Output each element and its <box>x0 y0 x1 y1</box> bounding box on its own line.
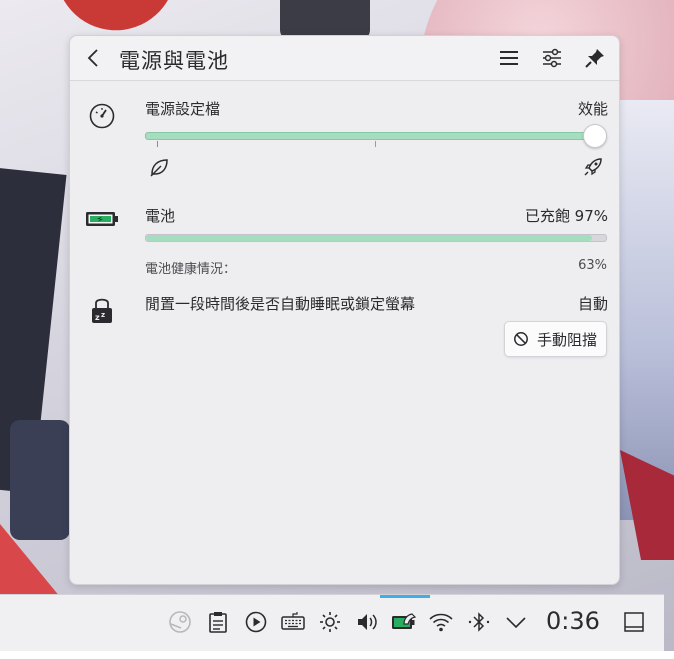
svg-text:z: z <box>101 311 105 319</box>
wallpaper-shape <box>56 0 184 39</box>
keyboard-icon[interactable] <box>280 609 306 635</box>
wallpaper-shape <box>10 420 70 540</box>
volume-icon[interactable] <box>354 609 380 635</box>
power-profile-label: 電源設定檔 <box>145 100 221 118</box>
taskbar: 0:36 <box>0 594 664 651</box>
pin-icon <box>585 49 604 68</box>
screen-bottom-edge <box>0 651 674 659</box>
bluetooth-icon[interactable] <box>466 609 492 635</box>
wifi-icon[interactable] <box>428 609 454 635</box>
hamburger-icon <box>500 51 518 65</box>
sliders-icon <box>543 48 561 68</box>
battery-label: 電池 <box>145 207 176 225</box>
manual-inhibit-label: 手動阻擋 <box>537 331 598 349</box>
media-player-icon[interactable] <box>243 609 269 635</box>
pin-button[interactable] <box>583 46 607 70</box>
battery-charge-fill <box>146 235 593 241</box>
expand-tray-icon[interactable] <box>503 609 529 635</box>
battery-health-value: 63% <box>578 258 607 273</box>
wallpaper-shape <box>280 0 370 40</box>
page-title: 電源與電池 <box>119 49 229 73</box>
rocket-icon[interactable] <box>582 156 604 182</box>
battery-icon[interactable] <box>391 609 417 635</box>
inhibition-label: 閒置一段時間後是否自動睡眠或鎖定螢幕 <box>145 295 416 313</box>
leaf-icon[interactable] <box>148 156 170 182</box>
popup-header: 電源與電池 <box>70 36 619 81</box>
back-button[interactable] <box>82 46 106 70</box>
slider-tick <box>375 141 376 147</box>
chevron-left-icon <box>87 49 98 67</box>
menu-button[interactable] <box>497 46 521 70</box>
active-indicator <box>380 595 430 598</box>
brightness-icon[interactable] <box>317 609 343 635</box>
power-profile-slider[interactable] <box>145 132 597 140</box>
show-desktop-icon[interactable] <box>622 609 646 635</box>
power-profile-slider-handle[interactable] <box>583 124 607 148</box>
clipboard-icon[interactable] <box>205 609 231 635</box>
power-profile-value: 效能 <box>577 100 608 118</box>
block-icon <box>514 332 528 346</box>
svg-text:z: z <box>95 313 100 322</box>
taskbar-clock[interactable]: 0:36 <box>546 607 600 635</box>
lock-sleep-icon: z z <box>90 295 114 329</box>
slider-tick <box>157 141 158 147</box>
battery-icon <box>85 209 119 233</box>
battery-status: 已充飽 97% <box>524 207 608 225</box>
power-battery-popup: 電源與電池 電源設定檔 效能 電池 已充飽 97% 電池健康情況： 63% z … <box>69 35 620 585</box>
configure-button[interactable] <box>540 46 564 70</box>
manual-inhibit-button[interactable]: 手動阻擋 <box>504 321 607 357</box>
inhibition-value: 自動 <box>577 295 608 313</box>
battery-charge-bar <box>145 234 607 242</box>
steam-icon[interactable] <box>167 609 193 635</box>
speedometer-icon <box>88 102 116 134</box>
battery-health-label: 電池健康情況： <box>145 262 237 277</box>
